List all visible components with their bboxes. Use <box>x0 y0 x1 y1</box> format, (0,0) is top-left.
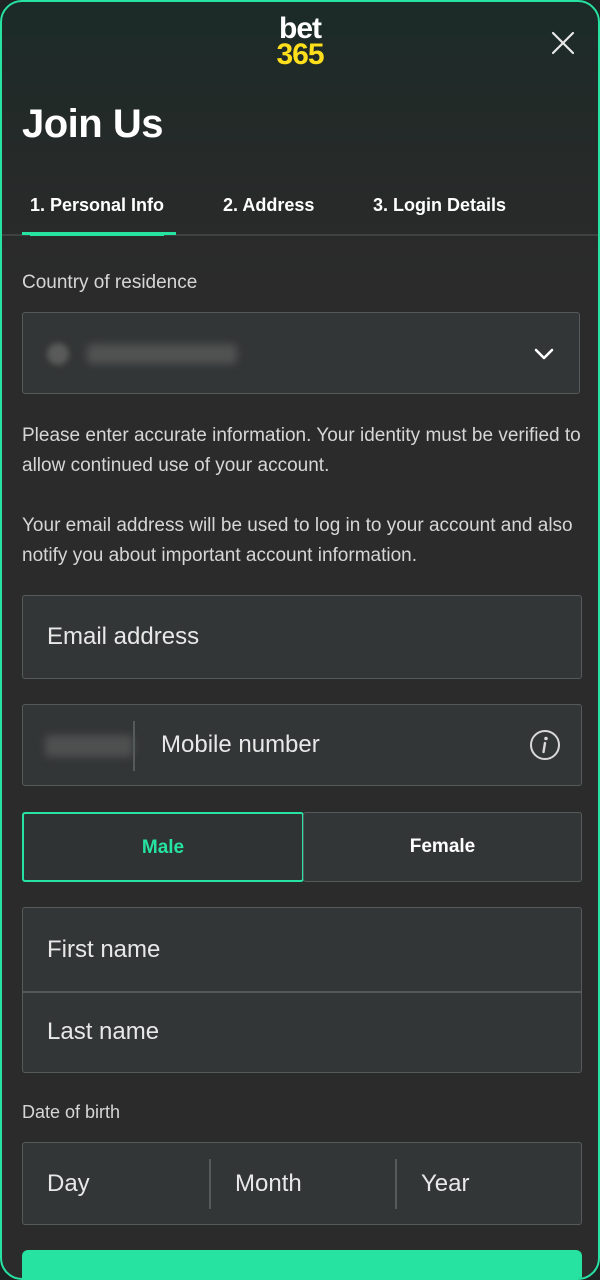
last-name-wrapper <box>23 992 581 1072</box>
first-name-field[interactable] <box>23 908 581 991</box>
active-tab-underline <box>22 232 176 235</box>
name-group <box>22 907 582 1073</box>
page-title: Join Us <box>22 102 163 146</box>
first-name-wrapper <box>23 908 581 991</box>
mobile-divider <box>133 721 135 771</box>
email-field[interactable] <box>23 596 581 678</box>
country-label: Country of residence <box>22 272 198 293</box>
tab-personal-info[interactable]: 1. Personal Info <box>30 190 165 236</box>
dob-month-field[interactable] <box>211 1143 395 1224</box>
step-tabs: 1. Personal Info 2. Address 3. Login Det… <box>2 190 598 236</box>
male-button[interactable]: Male <box>22 812 304 882</box>
mobile-number-field[interactable] <box>137 705 537 785</box>
country-value-redacted <box>87 344 237 364</box>
bet365-logo: bet 365 <box>2 14 598 71</box>
dob-label: Date of birth <box>22 1102 121 1122</box>
identity-notice: Please enter accurate information. Your … <box>22 425 581 476</box>
logo-365: 365 <box>276 38 324 71</box>
mobile-field-wrapper <box>22 704 582 786</box>
email-notice: Your email address will be used to log i… <box>22 515 573 566</box>
country-code-redacted[interactable] <box>45 735 133 757</box>
dob-day-field[interactable] <box>23 1143 209 1224</box>
gender-toggle: Male Female <box>22 812 582 882</box>
email-field-wrapper <box>22 595 582 679</box>
last-name-field[interactable] <box>23 992 581 1072</box>
dob-year-wrapper <box>397 1143 580 1224</box>
tab-login-details[interactable]: 3. Login Details <box>373 190 506 234</box>
dob-year-field[interactable] <box>397 1143 580 1224</box>
signup-modal: bet 365 Join Us 1. Personal Info 2. Addr… <box>0 0 600 1280</box>
dob-group <box>22 1142 582 1225</box>
dob-day-wrapper <box>23 1143 209 1224</box>
country-select[interactable] <box>22 312 580 394</box>
country-flag-icon <box>47 343 69 365</box>
continue-button[interactable] <box>22 1250 582 1278</box>
close-icon[interactable] <box>550 30 576 56</box>
chevron-down-icon <box>533 343 555 365</box>
female-button[interactable]: Female <box>303 812 582 882</box>
info-icon[interactable] <box>529 729 561 761</box>
dob-month-wrapper <box>211 1143 395 1224</box>
tab-address[interactable]: 2. Address <box>223 190 314 234</box>
